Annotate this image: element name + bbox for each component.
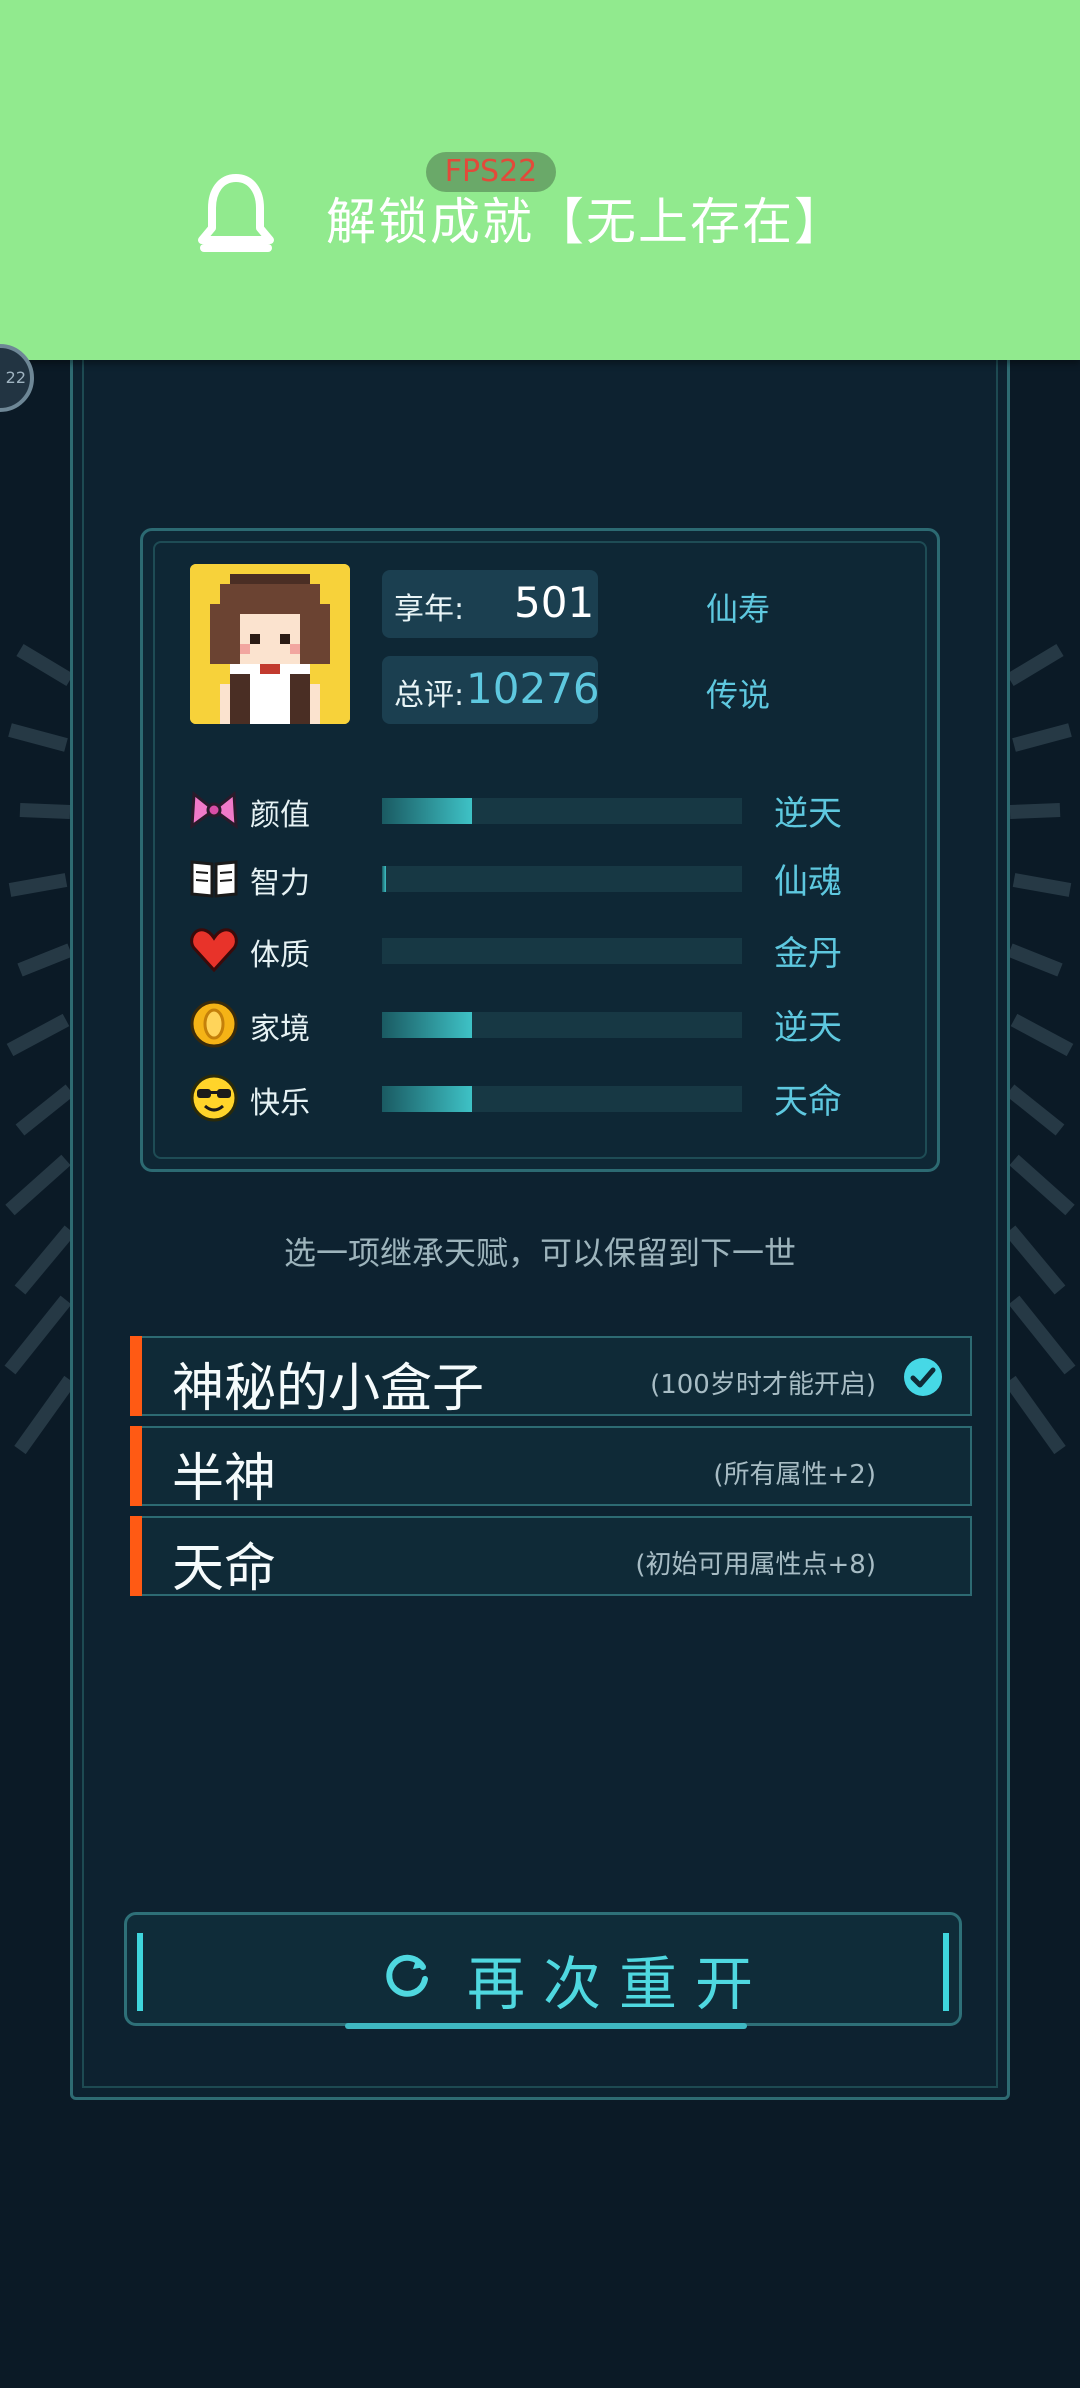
attribute-name: 体质 [250,938,310,973]
book-icon [190,860,238,898]
age-label: 享年: [394,592,465,627]
attribute-name: 智力 [250,866,310,901]
heart-icon [190,928,238,973]
score-rank: 传说 [706,676,771,714]
attribute-bar [382,1086,742,1112]
check-icon [904,1358,942,1396]
talent-desc: (所有属性+2) [713,1460,876,1490]
attribute-bar-fill [382,798,472,824]
score-label: 总评: [394,678,465,713]
attribute-rank: 天命 [774,1082,842,1122]
attribute-rank: 逆天 [774,794,842,834]
talent-desc: (100岁时才能开启) [650,1370,876,1400]
button-bottom-accent [345,2023,747,2029]
attribute-name: 快乐 [250,1086,310,1121]
refresh-icon [386,1954,428,1997]
achievement-notification: 解锁成就【无上存在】 FPS22 [0,0,1080,360]
talent-accent-bar [130,1426,142,1506]
age-rank: 仙寿 [706,590,771,628]
sunglasses-face-icon [190,1074,238,1122]
talent-accent-bar [130,1516,142,1596]
attribute-bar [382,866,742,892]
coin-icon [190,1000,238,1048]
attribute-row-intelligence: 智力 仙魂 [188,848,908,908]
talent-option-mystery-box[interactable]: 神秘的小盒子 (100岁时才能开启) [130,1336,972,1419]
attribute-bar [382,798,742,824]
attribute-bar-fill [382,866,386,892]
attribute-row-appearance: 颜值 逆天 [188,780,908,840]
restart-label: 再次重开 [467,1950,772,2018]
attribute-rank: 金丹 [774,934,842,974]
attribute-row-happiness: 快乐 天命 [188,1068,908,1128]
restart-button[interactable]: 再次重开 [124,1912,962,2029]
score-value: 10276 [466,664,600,713]
talent-name: 天命 [172,1539,277,1599]
bow-icon [190,791,238,830]
attribute-bar-fill [382,1086,472,1112]
attribute-bar [382,1012,742,1038]
attribute-row-constitution: 体质 金丹 [188,920,908,980]
talent-desc: (初始可用属性点+8) [635,1550,876,1580]
button-left-accent [137,1933,143,2011]
fps-badge: FPS22 [426,152,556,192]
talent-accent-bar [130,1336,142,1416]
attribute-row-family: 家境 逆天 [188,994,908,1054]
attribute-name: 家境 [250,1012,310,1047]
button-right-accent [943,1933,949,2011]
talent-option-destiny[interactable]: 天命 (初始可用属性点+8) [130,1516,972,1599]
attribute-name: 颜值 [250,798,310,833]
talent-name: 神秘的小盒子 [172,1359,485,1419]
attribute-rank: 仙魂 [774,862,842,902]
age-value: 501 [514,578,595,627]
bell-icon [198,174,274,252]
attribute-bar-fill [382,1012,472,1038]
attribute-bar [382,938,742,964]
character-avatar [190,564,350,724]
attribute-rank: 逆天 [774,1008,842,1048]
inherit-hint: 选一项继承天赋，可以保留到下一世 [283,1234,796,1272]
notification-text: 解锁成就【无上存在】 [326,193,846,251]
talent-name: 半神 [172,1449,277,1509]
talent-option-demigod[interactable]: 半神 (所有属性+2) [130,1426,972,1509]
